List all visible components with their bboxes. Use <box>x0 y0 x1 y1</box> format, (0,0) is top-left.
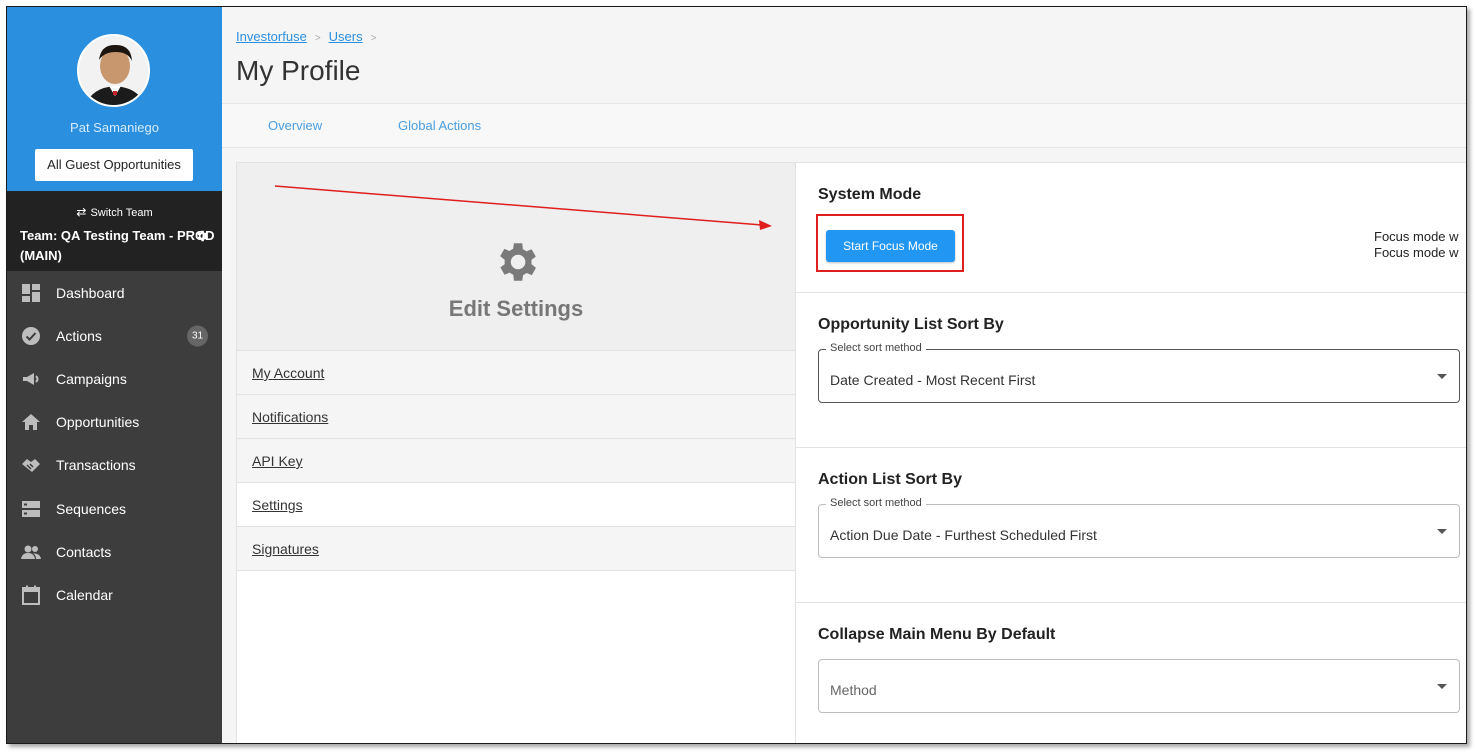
gear-icon <box>500 243 536 281</box>
team-name: Team: QA Testing Team - PROD (MAIN) <box>20 226 215 266</box>
chevron-right-icon: > <box>314 33 321 44</box>
team-name-label: Team: QA Testing Team - PROD (MAIN) <box>20 228 215 263</box>
caret-down-icon <box>1437 529 1447 534</box>
nav-label: Opportunities <box>56 414 140 431</box>
nav-sequences[interactable]: Sequences <box>7 487 222 530</box>
collapse-menu-title: Collapse Main Menu By Default <box>818 626 1056 643</box>
breadcrumb-investorfuse[interactable]: Investorfuse <box>236 29 307 44</box>
nav-transactions[interactable]: Transactions <box>7 444 222 487</box>
nav-label: Dashboard <box>56 284 125 301</box>
nav-campaigns[interactable]: Campaigns <box>7 357 222 400</box>
edit-settings-title: Edit Settings <box>448 296 584 321</box>
menu-my-account[interactable]: My Account <box>237 351 795 395</box>
page-title: My Profile <box>236 55 361 86</box>
all-guest-opportunities-button[interactable]: All Guest Opportunities <box>35 149 193 181</box>
breadcrumb: Investorfuse > Users > <box>236 29 384 44</box>
calendar-icon <box>22 585 40 605</box>
check-circle-icon <box>22 326 40 345</box>
menu-label: Settings <box>252 497 303 513</box>
caret-down-icon <box>1437 684 1447 689</box>
megaphone-icon <box>23 372 39 385</box>
nav-label: Sequences <box>56 500 127 517</box>
action-sort-select[interactable]: Select sort method Action Due Date - Fur… <box>818 497 1460 558</box>
team-switcher: ⇄ Switch Team Team: QA Testing Team - PRO… <box>7 191 222 271</box>
select-value: Date Created - Most Recent First <box>830 372 1036 388</box>
opportunity-sort-section: Opportunity List Sort By Select sort met… <box>796 293 1466 448</box>
nav-dashboard[interactable]: Dashboard <box>7 271 222 314</box>
switch-team-label: Switch Team <box>90 207 153 219</box>
profile-header: Pat Samaniego All Guest Opportunities <box>7 7 222 191</box>
menu-label: Notifications <box>252 409 329 425</box>
start-focus-mode-button[interactable]: Start Focus Mode <box>826 230 955 262</box>
opportunity-sort-select[interactable]: Select sort method Date Created - Most R… <box>818 342 1460 403</box>
nav-label: Calendar <box>56 586 113 603</box>
nav-actions[interactable]: Actions 31 <box>7 314 222 357</box>
menu-label: My Account <box>252 365 325 381</box>
focus-desc-line: Focus mode w <box>1374 245 1459 260</box>
nav-label: Actions <box>56 327 102 344</box>
collapse-menu-select[interactable]: Method <box>818 659 1460 713</box>
home-icon <box>22 414 40 431</box>
breadcrumb-users[interactable]: Users <box>329 29 363 44</box>
select-placeholder: Method <box>830 682 877 698</box>
user-name: Pat Samaniego <box>70 120 159 135</box>
nav-opportunities[interactable]: Opportunities <box>7 401 222 444</box>
dashboard-icon <box>22 283 40 302</box>
settings-panel-header: Edit Settings <box>237 163 795 351</box>
app-window: Pat Samaniego All Guest Opportunities ⇄ S… <box>6 6 1467 744</box>
action-sort-title: Action List Sort By <box>818 471 963 488</box>
tab-global-actions[interactable]: Global Actions <box>398 118 481 133</box>
switch-team-link[interactable]: ⇄ Switch Team <box>7 205 222 219</box>
menu-signatures[interactable]: Signatures <box>237 527 795 571</box>
focus-mode-description: Focus mode w Focus mode w <box>1374 229 1459 261</box>
team-settings-gear-icon[interactable] <box>195 229 209 243</box>
nav-label: Transactions <box>56 457 136 474</box>
select-label: Select sort method <box>826 342 926 354</box>
settings-nav-panel: Edit Settings My Account Notifications A… <box>236 162 796 743</box>
nav-label: Campaigns <box>56 370 127 387</box>
sidebar: Pat Samaniego All Guest Opportunities ⇄ S… <box>7 7 222 743</box>
menu-notifications[interactable]: Notifications <box>237 395 795 439</box>
select-label: Select sort method <box>826 497 926 509</box>
action-sort-section: Action List Sort By Select sort method A… <box>796 448 1466 603</box>
avatar[interactable] <box>77 34 150 107</box>
contacts-icon <box>21 545 41 559</box>
tabs-bar: Overview Global Actions <box>222 103 1466 148</box>
settings-content: System Mode Start Focus Mode Focus mode … <box>796 162 1466 743</box>
main-nav: Dashboard Actions 31 Campaigns Opportuni… <box>7 271 222 617</box>
nav-contacts[interactable]: Contacts <box>7 530 222 573</box>
menu-label: Signatures <box>252 541 319 557</box>
chevron-right-icon: > <box>370 33 377 44</box>
menu-api-key[interactable]: API Key <box>237 439 795 483</box>
system-mode-section: System Mode Start Focus Mode Focus mode … <box>796 163 1466 293</box>
system-mode-title: System Mode <box>818 186 922 203</box>
nav-label: Contacts <box>56 543 112 560</box>
nav-calendar[interactable]: Calendar <box>7 573 222 616</box>
handshake-icon <box>22 459 40 473</box>
tab-overview[interactable]: Overview <box>268 118 322 133</box>
collapse-menu-section: Collapse Main Menu By Default Method <box>796 603 1466 743</box>
select-value: Action Due Date - Furthest Scheduled Fir… <box>830 527 1097 543</box>
swap-icon: ⇄ <box>76 205 87 219</box>
opportunity-sort-title: Opportunity List Sort By <box>818 316 1004 333</box>
menu-label: API Key <box>252 453 303 469</box>
sequences-icon <box>22 500 40 517</box>
focus-desc-line: Focus mode w <box>1374 229 1459 244</box>
caret-down-icon <box>1437 374 1447 379</box>
actions-count-badge: 31 <box>187 325 208 347</box>
menu-settings[interactable]: Settings <box>237 483 795 527</box>
main-content: Investorfuse > Users > My Profile Overview … <box>222 7 1466 743</box>
